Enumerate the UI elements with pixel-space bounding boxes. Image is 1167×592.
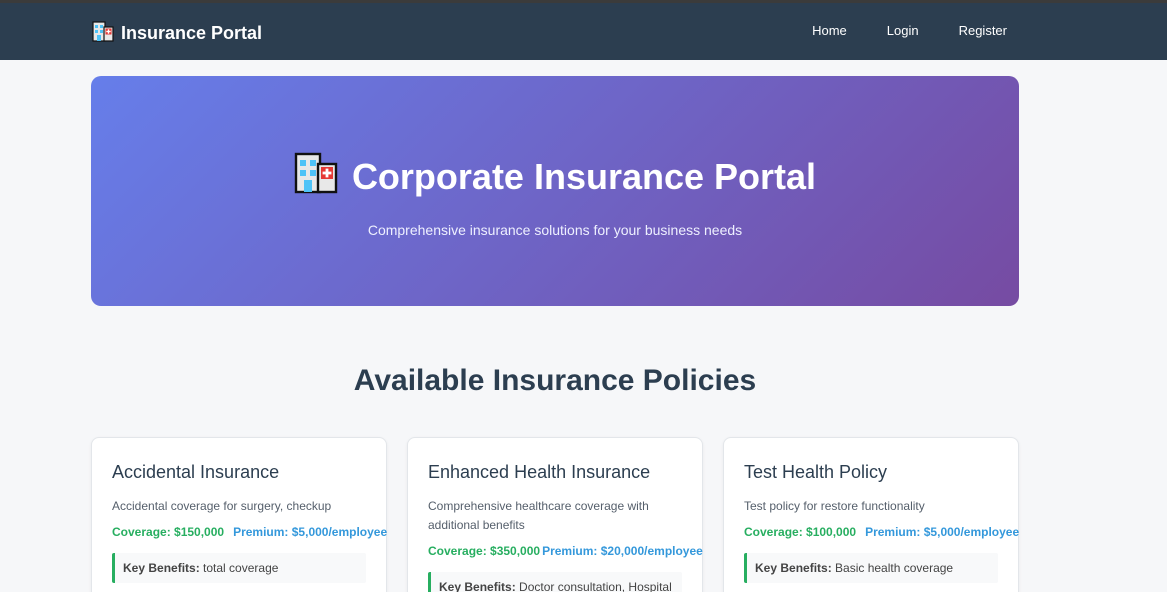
- policies-section-title: Available Insurance Policies: [353, 364, 757, 397]
- top-navbar: Insurance Portal Home Login Register: [0, 0, 1167, 60]
- policy-card[interactable]: Accidental Insurance Accidental coverage…: [91, 437, 387, 592]
- policy-meta: Coverage: $350,000 Premium: $20,000/empl…: [428, 544, 703, 558]
- policy-name: Enhanced Health Insurance: [428, 462, 651, 482]
- policy-name: Test Health Policy: [744, 462, 888, 482]
- policy-card[interactable]: Enhanced Health Insurance Comprehensive …: [407, 437, 703, 592]
- hero-title-text: Corporate Insurance Portal: [351, 155, 817, 197]
- benefits-text: Basic health coverage: [835, 561, 954, 575]
- policy-benefits: Key Benefits: Doctor consultation, Hospi…: [428, 572, 682, 592]
- policy-benefits: Key Benefits: total coverage: [112, 553, 366, 583]
- hero-title: Corporate Insurance Portal: [91, 150, 1019, 203]
- nav-home-link[interactable]: Home: [812, 23, 847, 38]
- policy-coverage: Coverage: $100,000: [744, 525, 857, 539]
- benefits-text: total coverage: [203, 561, 279, 575]
- main-nav: Home Login Register: [812, 23, 1007, 38]
- nav-register-link[interactable]: Register: [959, 23, 1007, 38]
- brand-logo[interactable]: Insurance Portal: [92, 20, 262, 47]
- policy-premium: Premium: $5,000/employee: [233, 525, 388, 539]
- hospital-icon: [294, 150, 338, 203]
- brand-name: Insurance Portal: [121, 23, 263, 43]
- benefits-text: Doctor consultation, Hospital: [519, 580, 672, 592]
- policy-card[interactable]: Test Health Policy Test policy for resto…: [723, 437, 1019, 592]
- policy-benefits: Key Benefits: Basic health coverage: [744, 553, 998, 583]
- nav-login-link[interactable]: Login: [887, 23, 919, 38]
- policy-description: Accidental coverage for surgery, checkup: [112, 499, 332, 513]
- benefits-label: Key Benefits:: [755, 561, 832, 575]
- policy-premium: Premium: $20,000/employee: [542, 544, 703, 558]
- hospital-icon: [92, 20, 114, 47]
- policy-meta: Coverage: $100,000 Premium: $5,000/emplo…: [744, 525, 1019, 539]
- benefits-label: Key Benefits:: [439, 580, 516, 592]
- policy-description: Comprehensive healthcare coverage with a…: [428, 499, 649, 532]
- policy-description: Test policy for restore functionality: [744, 499, 925, 513]
- policy-coverage: Coverage: $150,000: [112, 525, 225, 539]
- policy-name: Accidental Insurance: [112, 462, 280, 482]
- policy-premium: Premium: $5,000/employee: [865, 525, 1020, 539]
- policy-coverage: Coverage: $350,000: [428, 544, 541, 558]
- policy-meta: Coverage: $150,000 Premium: $5,000/emplo…: [112, 525, 387, 539]
- benefits-label: Key Benefits:: [123, 561, 200, 575]
- hero-subtitle: Comprehensive insurance solutions for yo…: [367, 222, 743, 238]
- hero-banner: Corporate Insurance Portal Comprehensive…: [91, 76, 1019, 306]
